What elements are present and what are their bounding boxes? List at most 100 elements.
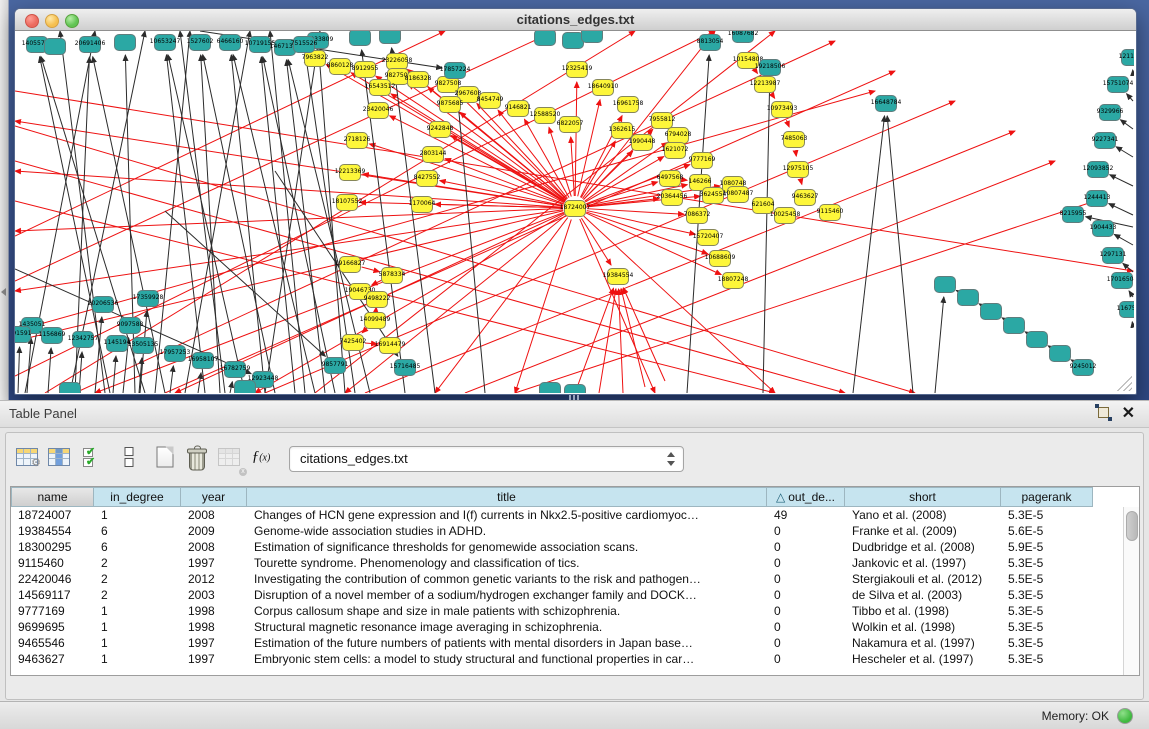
network-canvas[interactable]: 1872400779638228860128891295523226058982… bbox=[15, 31, 1134, 393]
network-node[interactable]: 18807248 bbox=[722, 272, 744, 289]
network-node[interactable]: 16961758 bbox=[617, 96, 639, 113]
network-node[interactable]: 19166827 bbox=[339, 256, 361, 273]
table-cell[interactable]: Genome-wide association studies in ADHD. bbox=[247, 523, 767, 539]
function-builder-icon[interactable]: ƒ(x) bbox=[248, 443, 274, 471]
table-cell[interactable]: 0 bbox=[767, 635, 845, 651]
network-node[interactable]: 6822057 bbox=[559, 116, 581, 133]
scrollbar-thumb[interactable] bbox=[1126, 511, 1138, 541]
network-node[interactable] bbox=[980, 303, 1002, 320]
network-node[interactable]: 15751074 bbox=[1107, 76, 1129, 93]
table-cell[interactable]: Tourette syndrome. Phenomenology and cla… bbox=[247, 555, 767, 571]
table-row[interactable]: 1938455462009Genome-wide association stu… bbox=[11, 523, 1121, 539]
network-node[interactable] bbox=[349, 31, 371, 46]
network-node[interactable]: 7485063 bbox=[783, 131, 805, 148]
table-cell[interactable]: 9699695 bbox=[11, 619, 94, 635]
table-cell[interactable]: Investigating the contribution of common… bbox=[247, 571, 767, 587]
table-cell[interactable]: Hescheler et al. (1997) bbox=[845, 651, 1001, 667]
table-cell[interactable]: 5.3E-5 bbox=[1001, 603, 1093, 619]
network-node[interactable]: 9242848 bbox=[429, 121, 451, 138]
memory-status-icon[interactable] bbox=[1117, 708, 1133, 724]
network-node[interactable]: 19218506 bbox=[759, 59, 781, 76]
column-header-pagerank[interactable]: pagerank bbox=[1001, 487, 1093, 507]
network-node[interactable]: 9777169 bbox=[691, 152, 713, 169]
network-node[interactable] bbox=[934, 276, 956, 293]
table-cell[interactable]: 22420046 bbox=[11, 571, 94, 587]
network-node[interactable]: 17857224 bbox=[444, 62, 466, 79]
network-node[interactable] bbox=[957, 289, 979, 306]
table-cell[interactable]: 5.6E-5 bbox=[1001, 523, 1093, 539]
network-node[interactable]: 13505135 bbox=[132, 337, 154, 354]
network-node[interactable]: 1904433 bbox=[1092, 220, 1114, 237]
network-node[interactable]: 8813054 bbox=[699, 34, 721, 51]
network-node[interactable]: 16087682 bbox=[732, 31, 754, 43]
table-row[interactable]: 946554611997Estimation of the future num… bbox=[11, 635, 1121, 651]
network-node[interactable]: 6466160 bbox=[219, 34, 241, 51]
table-vertical-scrollbar[interactable] bbox=[1123, 507, 1139, 675]
table-cell[interactable]: 6 bbox=[94, 539, 181, 555]
table-cell[interactable]: 1997 bbox=[181, 635, 247, 651]
network-node[interactable]: 6497568 bbox=[659, 170, 681, 187]
trash-icon[interactable] bbox=[184, 443, 210, 471]
network-node[interactable]: 1145194 bbox=[106, 335, 128, 352]
combo-stepper-icon[interactable] bbox=[666, 450, 675, 468]
table-cell[interactable]: Dudbridge et al. (2008) bbox=[845, 539, 1001, 555]
table-row[interactable]: 977716911998Corpus callosum shape and si… bbox=[11, 603, 1121, 619]
network-node[interactable]: 9463627 bbox=[794, 189, 816, 206]
network-node[interactable]: 16648784 bbox=[875, 95, 897, 112]
table-cell[interactable]: 2 bbox=[94, 555, 181, 571]
network-node[interactable] bbox=[534, 31, 556, 46]
network-node[interactable]: 1156869 bbox=[41, 327, 63, 344]
network-node[interactable]: 12588520 bbox=[534, 107, 556, 124]
network-node[interactable] bbox=[59, 382, 81, 394]
network-node[interactable]: 1621072 bbox=[664, 142, 686, 159]
table-row[interactable]: 1830029562008Estimation of significance … bbox=[11, 539, 1121, 555]
network-node[interactable]: 7955812 bbox=[651, 112, 673, 129]
network-node[interactable]: 8454749 bbox=[479, 92, 501, 109]
table-cell[interactable]: 19384554 bbox=[11, 523, 94, 539]
table-cell[interactable]: 0 bbox=[767, 619, 845, 635]
network-node[interactable]: 9498222 bbox=[366, 291, 388, 308]
network-node[interactable]: 7515526 bbox=[293, 36, 315, 53]
network-node[interactable]: 6794028 bbox=[667, 127, 689, 144]
table-cell[interactable]: 2009 bbox=[181, 523, 247, 539]
table-row[interactable]: 969969511998Structural magnetic resonanc… bbox=[11, 619, 1121, 635]
network-node[interactable]: 18724007 bbox=[564, 200, 586, 217]
network-node[interactable]: 17957253 bbox=[164, 345, 186, 362]
table-cell[interactable]: 18724007 bbox=[11, 507, 94, 523]
network-node[interactable]: 7425402 bbox=[342, 334, 364, 351]
table-cell[interactable]: Franke et al. (2009) bbox=[845, 523, 1001, 539]
table-cell[interactable]: Yano et al. (2008) bbox=[845, 507, 1001, 523]
table-cell[interactable]: 49 bbox=[767, 507, 845, 523]
network-node[interactable]: 19384554 bbox=[607, 268, 629, 285]
network-node[interactable]: 8860128 bbox=[329, 58, 351, 75]
network-node[interactable]: 1167533 bbox=[1119, 301, 1134, 318]
network-node[interactable]: 9097588 bbox=[119, 317, 141, 334]
network-node[interactable]: 10653247 bbox=[154, 34, 176, 51]
table-cell[interactable]: 2008 bbox=[181, 507, 247, 523]
network-node[interactable]: 12325419 bbox=[566, 61, 588, 78]
network-node[interactable]: 15716485 bbox=[394, 359, 416, 376]
network-node[interactable] bbox=[564, 384, 586, 394]
network-node[interactable]: 3624554 bbox=[702, 187, 724, 204]
table-cell[interactable]: Corpus callosum shape and size in male p… bbox=[247, 603, 767, 619]
network-node[interactable]: 8215955 bbox=[1062, 206, 1084, 223]
network-node[interactable]: 20364456 bbox=[661, 189, 683, 206]
network-node[interactable]: 17359928 bbox=[137, 290, 159, 307]
table-cell[interactable]: Embryonic stem cells: a model to study s… bbox=[247, 651, 767, 667]
table-cell[interactable]: Stergiakouli et al. (2012) bbox=[845, 571, 1001, 587]
table-cell[interactable]: 14569117 bbox=[11, 587, 94, 603]
table-cell[interactable]: 9777169 bbox=[11, 603, 94, 619]
window-titlebar[interactable]: citations_edges.txt bbox=[15, 9, 1136, 31]
table-cell[interactable]: 2012 bbox=[181, 571, 247, 587]
network-node[interactable]: 391591 bbox=[15, 326, 31, 343]
table-cell[interactable]: 9115460 bbox=[11, 555, 94, 571]
network-node[interactable]: 1527602 bbox=[189, 34, 211, 51]
network-node[interactable]: 9875685 bbox=[439, 96, 461, 113]
table-cell[interactable]: 0 bbox=[767, 587, 845, 603]
table-cell[interactable]: 0 bbox=[767, 539, 845, 555]
network-node[interactable]: 23226058 bbox=[386, 53, 408, 70]
table-cell[interactable]: 1998 bbox=[181, 603, 247, 619]
table-settings-icon[interactable]: ⚙ bbox=[14, 443, 40, 471]
network-node[interactable]: 2718126 bbox=[346, 132, 368, 149]
network-node[interactable] bbox=[1049, 345, 1071, 362]
